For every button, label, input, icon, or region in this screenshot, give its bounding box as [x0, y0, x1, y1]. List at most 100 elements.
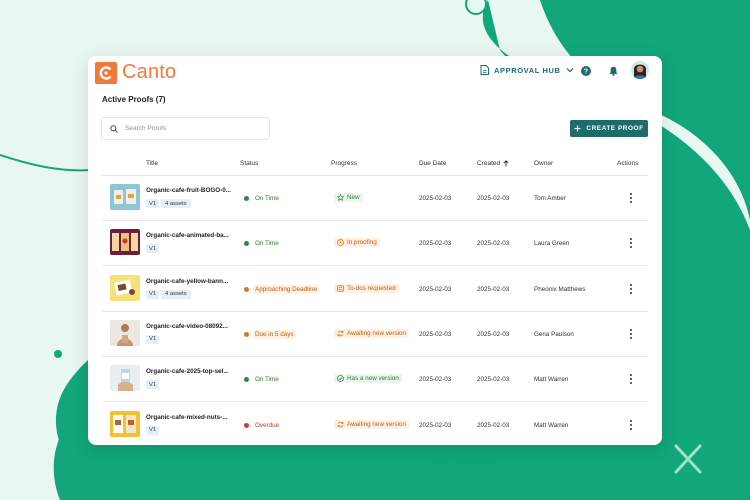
- due-date: 2025-02-03: [419, 240, 452, 248]
- version-badge: V1: [146, 289, 160, 299]
- status-label: On Time: [253, 194, 281, 203]
- status-dot: [244, 331, 249, 337]
- approval-hub-menu[interactable]: APPROVAL HUB: [480, 65, 574, 75]
- table-row[interactable]: Organic-cafe-fruit-BOGO-0... V1 4 assets On…: [102, 176, 648, 221]
- table-row[interactable]: Organic-cafe-mixed-nuts-... V1 Overdue Awai…: [102, 403, 648, 446]
- due-date: 2025-02-03: [419, 285, 452, 293]
- arrow-up-icon[interactable]: [503, 160, 509, 167]
- proof-title[interactable]: Organic-cafe-video-08092...: [146, 323, 228, 330]
- sync-icon: [337, 330, 344, 337]
- status-badge: Due in 5 days: [244, 329, 296, 339]
- table-row[interactable]: Organic-cafe-video-08092... V1 Due in 5 da…: [102, 312, 648, 357]
- owner-name: Matt Warren: [534, 421, 569, 429]
- more-actions-icon[interactable]: [627, 237, 635, 249]
- column-due-date[interactable]: Due Date: [419, 160, 446, 167]
- owner-name: Matt Warren: [534, 376, 569, 384]
- status-badge: On Time: [244, 375, 281, 385]
- created-date: 2025-02-03: [477, 330, 510, 338]
- proofs-card: Canto APPROVAL HUB ? Active Proofs (7) S…: [88, 56, 662, 445]
- proof-thumbnail[interactable]: [110, 229, 140, 256]
- status-badge: Overdue: [244, 420, 282, 430]
- more-actions-icon[interactable]: [627, 192, 635, 204]
- progress-badge: Has a new version: [334, 374, 402, 384]
- column-progress[interactable]: Progress: [331, 160, 357, 167]
- bell-icon[interactable]: [609, 66, 618, 76]
- version-badge: V1: [146, 244, 160, 254]
- owner-name: Gena Paulson: [534, 330, 574, 338]
- proof-thumbnail[interactable]: [110, 184, 140, 210]
- table-row[interactable]: Organic-cafe-animated-ba... V1 On Time In p…: [102, 221, 648, 267]
- proof-thumbnail-image: [110, 274, 140, 301]
- proof-thumbnail-image: [110, 365, 140, 392]
- proof-title[interactable]: Organic-cafe-2025-top-sel...: [146, 368, 229, 375]
- more-actions-icon[interactable]: [627, 328, 635, 340]
- search-box[interactable]: [101, 117, 270, 140]
- progress-badge: Awaiting new version: [334, 419, 410, 429]
- more-actions-icon[interactable]: [627, 283, 635, 295]
- table-row[interactable]: Organic-cafe-2025-top-sel... V1 On Time Has…: [102, 357, 648, 403]
- status-dot: [244, 377, 249, 383]
- page-title: Active Proofs (7): [102, 95, 166, 104]
- document-icon: [480, 65, 489, 75]
- chevron-down-icon: [566, 68, 573, 73]
- list-icon: [337, 284, 344, 292]
- plus-icon: [574, 125, 581, 132]
- created-date: 2025-02-03: [477, 421, 510, 429]
- status-label: On Time: [253, 375, 281, 385]
- star-icon: [337, 194, 344, 201]
- canto-logo-icon: [95, 61, 117, 84]
- svg-text:?: ?: [584, 69, 588, 76]
- progress-label: Awaiting new version: [347, 420, 407, 428]
- progress-badge: Awaiting new version: [334, 328, 410, 338]
- version-badge: V1: [146, 380, 160, 390]
- status-dot: [244, 196, 249, 201]
- proof-title[interactable]: Organic-cafe-fruit-BOGO-0...: [146, 187, 231, 194]
- owner-name: Tom Amber: [534, 195, 566, 202]
- due-date: 2025-02-03: [419, 421, 452, 429]
- proof-title[interactable]: Organic-cafe-mixed-nuts-...: [146, 414, 228, 421]
- curve-line-left: [0, 154, 91, 172]
- progress-label: To-dos requested: [347, 284, 396, 292]
- status-badge: Approaching Deadline: [244, 284, 319, 294]
- proof-thumbnail-image: [110, 319, 140, 346]
- column-title[interactable]: Title: [146, 160, 158, 167]
- proof-thumbnail-image: [110, 184, 140, 210]
- help-icon[interactable]: ?: [581, 66, 591, 76]
- proof-thumbnail[interactable]: [110, 319, 140, 346]
- version-badge: V1: [146, 199, 160, 208]
- proof-thumbnail[interactable]: [110, 274, 140, 301]
- column-created-label: Created: [477, 160, 501, 167]
- table-header: Title Status Progress Due Date Created O…: [102, 153, 648, 176]
- status-label: Overdue: [253, 420, 282, 430]
- proof-thumbnail[interactable]: [110, 410, 140, 437]
- status-dot: [244, 422, 249, 428]
- create-proof-button[interactable]: CREATE PROOF: [570, 120, 648, 137]
- column-status[interactable]: Status: [240, 160, 258, 167]
- proof-thumbnail[interactable]: [110, 365, 140, 392]
- proof-thumbnail-image: [110, 229, 140, 256]
- search-input[interactable]: [125, 125, 255, 132]
- due-date: 2025-02-03: [419, 376, 452, 384]
- more-actions-icon[interactable]: [627, 373, 635, 385]
- table-row[interactable]: Organic-cafe-yellow-bann... V1 4 assets App…: [102, 267, 648, 312]
- column-actions: Actions: [617, 160, 639, 167]
- avatar[interactable]: [631, 61, 649, 79]
- owner-name: Laura Green: [534, 240, 570, 248]
- proof-title[interactable]: Organic-cafe-animated-ba...: [146, 232, 229, 239]
- column-created[interactable]: Created: [477, 160, 509, 167]
- progress-badge: To-dos requested: [334, 283, 399, 293]
- proof-title[interactable]: Organic-cafe-yellow-bann...: [146, 278, 228, 285]
- check-circle-icon: [337, 375, 344, 383]
- version-badge: V1: [146, 334, 160, 344]
- status-badge: On Time: [244, 194, 281, 203]
- more-actions-icon[interactable]: [627, 419, 635, 431]
- progress-label: Awaiting new version: [347, 329, 407, 337]
- progress-label: New: [347, 194, 360, 201]
- created-date: 2025-02-03: [477, 376, 510, 384]
- created-date: 2025-02-03: [477, 240, 510, 248]
- canto-logo[interactable]: Canto: [95, 61, 176, 84]
- status-dot: [244, 241, 249, 247]
- column-owner[interactable]: Owner: [534, 160, 553, 167]
- assets-badge: 4 assets: [161, 199, 191, 208]
- progress-badge: In proofing: [334, 238, 380, 248]
